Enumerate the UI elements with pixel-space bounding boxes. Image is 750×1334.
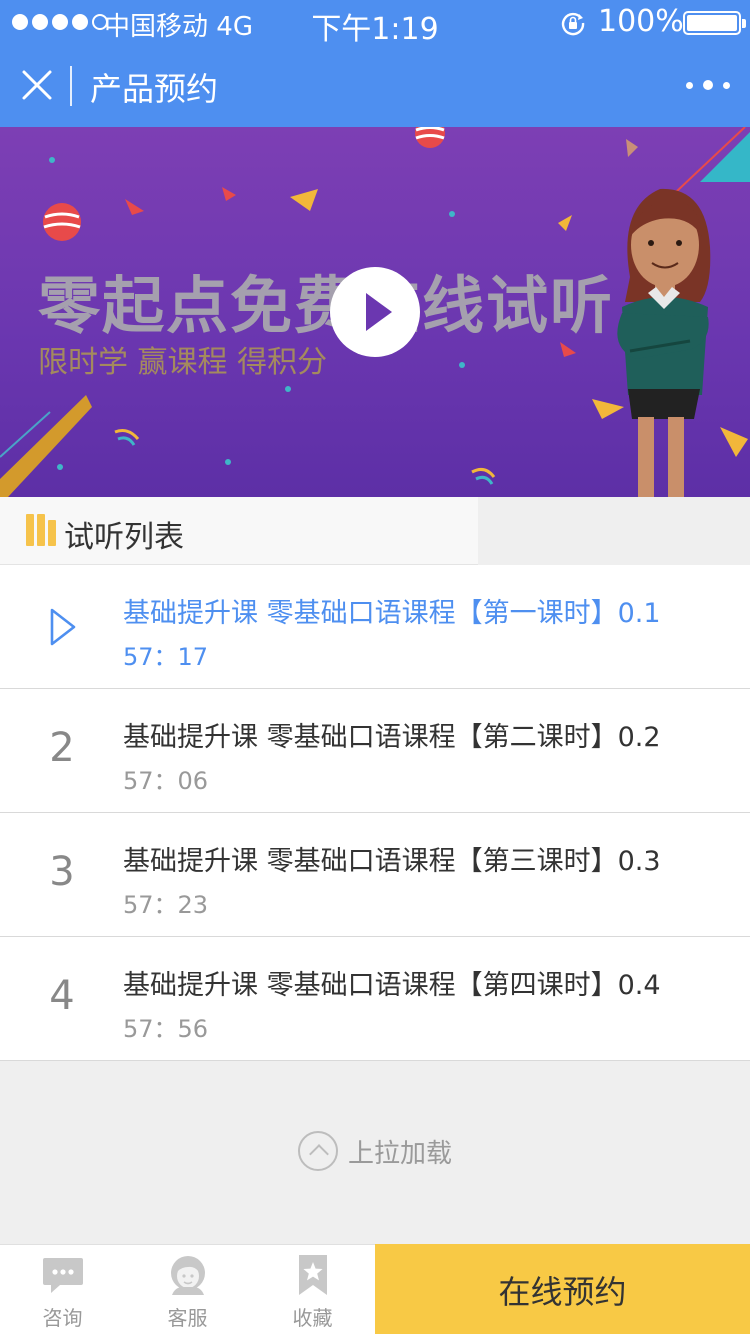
tab-label: 客服 (167, 1306, 208, 1330)
promo-banner: 零起点免费在线试听 限时学 赢课程 得积分 (0, 127, 750, 497)
bar-list-icon (26, 514, 56, 546)
lesson-title: 基础提升课 零基础口语课程【第一课时】0.1 (123, 598, 661, 629)
tab-consult[interactable]: 咨询 (0, 1245, 125, 1334)
teacher-illustration (617, 188, 711, 497)
online-reservation-button[interactable]: 在线预约 (375, 1244, 750, 1334)
nav-divider (70, 66, 72, 106)
rotation-lock-icon (561, 12, 585, 36)
lesson-duration: 57：56 (123, 1015, 209, 1043)
tab-favorites[interactable]: 收藏 (250, 1245, 375, 1334)
lesson-title: 基础提升课 零基础口语课程【第三课时】0.3 (123, 846, 661, 877)
load-more-button[interactable]: 上拉加载 (0, 1128, 750, 1174)
nav-bar: 产品预约 (0, 46, 750, 127)
lesson-duration: 57：23 (123, 891, 209, 919)
bottom-action-bar: 咨询 客服 收藏 在线预约 (0, 1244, 750, 1334)
page-title: 产品预约 (90, 70, 219, 108)
lesson-number: 2 (49, 725, 75, 771)
top-bar: 中国移动 4G 下午1:19 100% 产品预约 (0, 0, 750, 127)
battery-percent: 100% (598, 4, 684, 39)
lesson-number: 3 (49, 849, 75, 895)
list-header-label: 试听列表 (64, 520, 184, 555)
tab-label: 咨询 (42, 1306, 83, 1330)
tab-customer-service[interactable]: 客服 (125, 1245, 250, 1334)
banner-headline: 零起点免费在线试听 (38, 269, 615, 342)
battery-icon (683, 11, 746, 35)
lesson-duration: 57：06 (123, 767, 209, 795)
lesson-item[interactable]: 基础提升课 零基础口语课程【第一课时】0.1 57：17 (0, 565, 750, 689)
more-options-button[interactable] (686, 74, 730, 96)
video-play-button[interactable] (330, 267, 420, 357)
chevron-up-icon (297, 1131, 338, 1171)
load-more-label: 上拉加载 (347, 1138, 452, 1169)
chat-bubble-icon (43, 1258, 83, 1293)
lesson-title: 基础提升课 零基础口语课程【第二课时】0.2 (123, 722, 661, 753)
lesson-item[interactable]: 3 基础提升课 零基础口语课程【第三课时】0.3 57：23 (0, 813, 750, 937)
customer-service-icon (171, 1256, 205, 1295)
list-header: 试听列表 (0, 497, 750, 565)
close-button[interactable] (18, 66, 56, 104)
lesson-duration: 57：17 (123, 643, 209, 671)
lesson-list: 基础提升课 零基础口语课程【第一课时】0.1 57：17 2 基础提升课 零基础… (0, 565, 750, 1061)
tab-trial-list[interactable]: 试听列表 (0, 497, 478, 565)
lesson-title: 基础提升课 零基础口语课程【第四课时】0.4 (123, 970, 661, 1001)
lesson-item[interactable]: 2 基础提升课 零基础口语课程【第二课时】0.2 57：06 (0, 689, 750, 813)
status-bar: 中国移动 4G 下午1:19 100% (0, 0, 750, 47)
bookmark-star-icon (299, 1255, 327, 1295)
banner-subline: 限时学 赢课程 得积分 (38, 345, 328, 380)
tab-label: 收藏 (292, 1306, 333, 1330)
play-icon (50, 608, 76, 646)
lesson-number: 4 (49, 973, 75, 1019)
lesson-item[interactable]: 4 基础提升课 零基础口语课程【第四课时】0.4 57：56 (0, 937, 750, 1061)
